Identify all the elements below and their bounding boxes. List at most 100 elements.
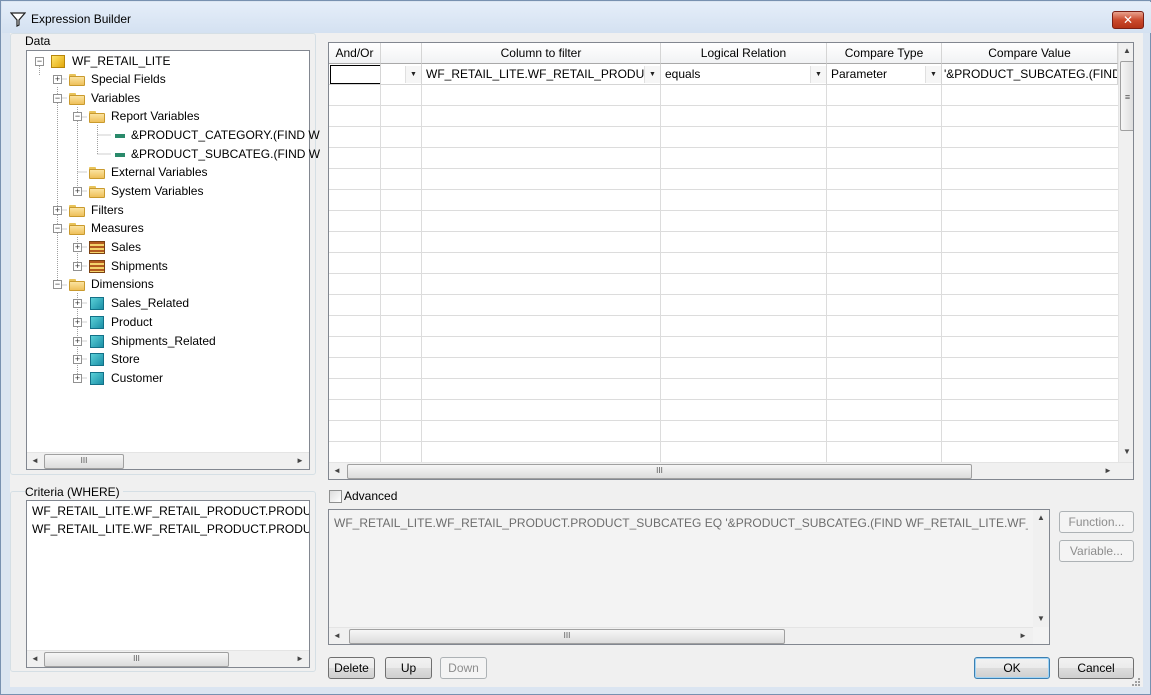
- close-button[interactable]: ✕: [1112, 11, 1144, 29]
- tree-node-sales-related[interactable]: + Sales_Related: [27, 294, 309, 313]
- collapse-toggle[interactable]: −: [73, 112, 82, 121]
- scroll-thumb[interactable]: III: [347, 464, 972, 479]
- cell-and-or-dropdown[interactable]: ▼: [381, 64, 422, 85]
- scroll-right-arrow-icon[interactable]: ►: [1015, 628, 1031, 644]
- header-logical-relation[interactable]: Logical Relation: [661, 43, 827, 64]
- grid-vertical-scrollbar[interactable]: ▲ ≡ ▼: [1118, 43, 1133, 462]
- expand-toggle[interactable]: +: [73, 337, 82, 346]
- expand-toggle[interactable]: +: [73, 187, 82, 196]
- tree-node-product[interactable]: + Product: [27, 313, 309, 332]
- collapse-toggle[interactable]: −: [53, 224, 62, 233]
- header-compare-value[interactable]: Compare Value: [942, 43, 1118, 64]
- tree-node-label: Special Fields: [91, 72, 166, 86]
- tree-node-system-variables[interactable]: + System Variables: [27, 182, 309, 201]
- cancel-button[interactable]: Cancel: [1058, 657, 1134, 679]
- tree-node-shipments-related[interactable]: + Shipments_Related: [27, 332, 309, 351]
- tree-horizontal-scrollbar[interactable]: ◄ III ►: [27, 452, 309, 469]
- expression-horizontal-scrollbar[interactable]: ◄ III ►: [329, 627, 1033, 644]
- collapse-toggle[interactable]: −: [53, 280, 62, 289]
- selected-cell-focus[interactable]: [330, 65, 380, 84]
- expression-vertical-scrollbar[interactable]: ▲ ▼: [1033, 510, 1049, 627]
- scroll-right-arrow-icon[interactable]: ►: [292, 453, 308, 469]
- tree-node-label: Variables: [91, 91, 141, 105]
- header-and-or[interactable]: And/Or: [329, 43, 381, 64]
- criteria-horizontal-scrollbar[interactable]: ◄ III ►: [27, 650, 309, 667]
- dropdown-arrow-icon[interactable]: ▼: [405, 66, 421, 83]
- header-blank[interactable]: [381, 43, 422, 64]
- expand-toggle[interactable]: +: [73, 355, 82, 364]
- tree-node-product-subcateg-variable[interactable]: &PRODUCT_SUBCATEG.(FIND W: [27, 145, 320, 164]
- scroll-left-arrow-icon[interactable]: ◄: [27, 651, 43, 667]
- data-tree[interactable]: − WF_RETAIL_LITE + Special Fields − Vari…: [26, 50, 320, 470]
- tree-node-product-category-variable[interactable]: &PRODUCT_CATEGORY.(FIND W: [27, 126, 320, 145]
- scroll-up-arrow-icon[interactable]: ▲: [1033, 510, 1049, 526]
- tree-node-label: &PRODUCT_CATEGORY.(FIND W: [131, 128, 320, 142]
- cell-compare-value[interactable]: '&PRODUCT_SUBCATEG.(FIND W: [942, 64, 1118, 85]
- scroll-right-arrow-icon[interactable]: ►: [1100, 463, 1116, 479]
- advanced-label[interactable]: Advanced: [344, 489, 397, 503]
- scroll-thumb[interactable]: III: [44, 652, 229, 667]
- cell-and-or[interactable]: [329, 64, 381, 85]
- dropdown-arrow-icon[interactable]: ▼: [644, 66, 660, 83]
- tree-node-filters[interactable]: + Filters: [27, 201, 309, 220]
- tree-node-variables[interactable]: − Variables: [27, 89, 309, 108]
- cell-compare-type[interactable]: Parameter ▼: [827, 64, 942, 85]
- tree-node-report-variables[interactable]: − Report Variables: [27, 107, 309, 126]
- tree-node-customer[interactable]: + Customer: [27, 369, 309, 388]
- scroll-thumb[interactable]: ≡: [1120, 61, 1133, 131]
- expand-toggle[interactable]: +: [73, 299, 82, 308]
- scroll-thumb[interactable]: III: [349, 629, 785, 644]
- dropdown-arrow-icon[interactable]: ▼: [810, 66, 826, 83]
- up-button[interactable]: Up: [385, 657, 432, 679]
- tree-node-measures[interactable]: − Measures: [27, 219, 309, 238]
- scroll-left-arrow-icon[interactable]: ◄: [329, 463, 345, 479]
- folder-icon: [89, 186, 105, 198]
- scroll-right-arrow-icon[interactable]: ►: [292, 651, 308, 667]
- folder-open-icon: [69, 279, 85, 291]
- tree-node-external-variables[interactable]: External Variables: [27, 163, 309, 182]
- resize-grip-icon[interactable]: [1131, 677, 1141, 687]
- collapse-toggle[interactable]: −: [53, 94, 62, 103]
- scroll-left-arrow-icon[interactable]: ◄: [329, 628, 345, 644]
- collapse-toggle[interactable]: −: [35, 57, 44, 66]
- criteria-list[interactable]: WF_RETAIL_LITE.WF_RETAIL_PRODUCT.PRODUCT…: [26, 500, 310, 668]
- ok-button[interactable]: OK: [974, 657, 1050, 679]
- criteria-item[interactable]: WF_RETAIL_LITE.WF_RETAIL_PRODUCT.PRODUCT…: [27, 520, 309, 538]
- tree-node-shipments[interactable]: + Shipments: [27, 257, 309, 276]
- folder-icon: [69, 74, 85, 86]
- delete-button[interactable]: Delete: [328, 657, 375, 679]
- cell-logical-relation[interactable]: equals ▼: [661, 64, 827, 85]
- folder-icon: [89, 167, 105, 179]
- expand-toggle[interactable]: +: [53, 75, 62, 84]
- expand-toggle[interactable]: +: [73, 318, 82, 327]
- expand-toggle[interactable]: +: [73, 243, 82, 252]
- scroll-down-arrow-icon[interactable]: ▼: [1119, 444, 1133, 460]
- tree-node-store[interactable]: + Store: [27, 350, 309, 369]
- dropdown-arrow-icon[interactable]: ▼: [925, 66, 941, 83]
- scroll-thumb[interactable]: III: [44, 454, 124, 469]
- dimension-cube-icon: [90, 316, 104, 329]
- function-button[interactable]: Function...: [1059, 511, 1134, 533]
- header-column-to-filter[interactable]: Column to filter: [422, 43, 661, 64]
- cell-column-to-filter[interactable]: WF_RETAIL_LITE.WF_RETAIL_PRODUCT ▼: [422, 64, 661, 85]
- scroll-down-arrow-icon[interactable]: ▼: [1033, 611, 1049, 627]
- filter-grid[interactable]: And/Or Column to filter Logical Relation…: [328, 42, 1134, 480]
- expand-toggle[interactable]: +: [73, 262, 82, 271]
- tree-node-special-fields[interactable]: + Special Fields: [27, 70, 309, 89]
- grid-horizontal-scrollbar[interactable]: ◄ III ►: [329, 462, 1133, 479]
- criteria-item[interactable]: WF_RETAIL_LITE.WF_RETAIL_PRODUCT.PRODUCT…: [27, 502, 309, 520]
- variable-button[interactable]: Variable...: [1059, 540, 1134, 562]
- expression-builder-window: Expression Builder ✕ Data − WF_RETAIL_LI…: [0, 0, 1151, 695]
- scroll-up-arrow-icon[interactable]: ▲: [1119, 43, 1133, 59]
- tree-node-dimensions[interactable]: − Dimensions: [27, 275, 309, 294]
- scroll-left-arrow-icon[interactable]: ◄: [27, 453, 43, 469]
- tree-node-root[interactable]: − WF_RETAIL_LITE: [27, 52, 309, 71]
- advanced-checkbox[interactable]: [329, 490, 342, 503]
- tree-node-sales[interactable]: + Sales: [27, 238, 309, 257]
- dimension-cube-icon: [90, 297, 104, 310]
- expression-textarea[interactable]: WF_RETAIL_LITE.WF_RETAIL_PRODUCT.PRODUCT…: [328, 509, 1050, 645]
- expand-toggle[interactable]: +: [53, 206, 62, 215]
- expand-toggle[interactable]: +: [73, 374, 82, 383]
- header-compare-type[interactable]: Compare Type: [827, 43, 942, 64]
- down-button[interactable]: Down: [440, 657, 487, 679]
